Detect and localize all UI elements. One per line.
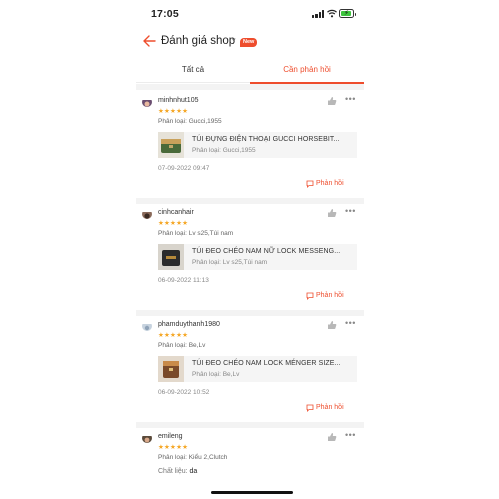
avatar[interactable] bbox=[142, 97, 152, 107]
rating-stars: ★★★★★ bbox=[158, 220, 189, 227]
product-card[interactable]: TÚI ĐEO CHÉO NAM LOCK MÉNGER SIZE... Phâ… bbox=[158, 356, 357, 382]
material-label: Chất liệu: bbox=[158, 468, 188, 475]
wifi-icon bbox=[327, 9, 337, 18]
reply-icon[interactable] bbox=[306, 180, 314, 188]
new-badge: New bbox=[240, 38, 258, 47]
back-arrow-icon[interactable] bbox=[142, 34, 156, 48]
reply-button[interactable]: Phản hồi bbox=[316, 292, 344, 299]
product-card[interactable]: TÚI ĐỰNG ĐIỆN THOẠI GUCCI HORSEBIT... Ph… bbox=[158, 132, 357, 158]
reviewer-name: emileng bbox=[158, 433, 183, 440]
home-indicator[interactable] bbox=[211, 491, 293, 494]
page-title[interactable]: Đánh giá shop bbox=[161, 35, 235, 47]
more-icon[interactable]: ••• bbox=[345, 318, 356, 328]
product-thumbnail bbox=[158, 356, 184, 382]
product-card[interactable]: TÚI ĐEO CHÉO NAM NỮ LOCK MESSENG... Phân… bbox=[158, 244, 357, 270]
avatar[interactable] bbox=[142, 433, 152, 443]
rating-stars: ★★★★★ bbox=[158, 444, 189, 451]
review-variant: Phân loại: Kiểu 2,Clutch bbox=[158, 454, 228, 461]
avatar[interactable] bbox=[142, 209, 152, 219]
more-icon[interactable]: ••• bbox=[345, 430, 356, 440]
avatar[interactable] bbox=[142, 321, 152, 331]
review-date: 06-09-2022 11:13 bbox=[158, 277, 209, 284]
page-header: Đánh giá shop ▾ New bbox=[136, 28, 364, 58]
review-card: cinhcanhair ••• ★★★★★ Phân loại: Lv s25,… bbox=[136, 204, 364, 310]
tab-all[interactable]: Tất cả bbox=[136, 58, 250, 83]
material-value: da bbox=[189, 468, 198, 475]
product-variant: Phân loại: Lv s25,Túi nam bbox=[192, 259, 268, 266]
review-material: Chất liệu: da bbox=[158, 468, 197, 475]
reply-icon[interactable] bbox=[306, 404, 314, 412]
reply-button[interactable]: Phản hồi bbox=[316, 404, 344, 411]
like-icon[interactable] bbox=[327, 320, 337, 330]
product-thumbnail bbox=[158, 132, 184, 158]
product-variant: Phân loại: Be,Lv bbox=[192, 371, 240, 378]
like-icon[interactable] bbox=[327, 432, 337, 442]
review-card: emileng ••• ★★★★★ Phân loại: Kiểu 2,Clut… bbox=[136, 428, 364, 499]
product-variant: Phân loại: Gucci,1955 bbox=[192, 147, 256, 154]
review-variant: Phân loại: Lv s25,Túi nam bbox=[158, 230, 234, 237]
review-date: 07-09-2022 09:47 bbox=[158, 165, 210, 172]
more-icon[interactable]: ••• bbox=[345, 94, 356, 104]
tab-bar: Tất cả Cần phản hồi bbox=[136, 58, 364, 84]
product-thumbnail bbox=[158, 244, 184, 270]
phone-screen: 17:05 ⚡ Đánh giá shop ▾ New Tất cả Cần p… bbox=[136, 0, 364, 499]
status-bar: 17:05 ⚡ bbox=[136, 0, 364, 28]
review-card: phamduythanh1980 ••• ★★★★★ Phân loại: Be… bbox=[136, 316, 364, 422]
reply-button[interactable]: Phản hồi bbox=[316, 180, 344, 187]
more-icon[interactable]: ••• bbox=[345, 206, 356, 216]
signal-icon bbox=[312, 10, 325, 18]
review-date: 06-09-2022 10:52 bbox=[158, 389, 210, 396]
product-name: TÚI ĐEO CHÉO NAM LOCK MÉNGER SIZE... bbox=[192, 360, 341, 367]
product-name: TÚI ĐỰNG ĐIỆN THOẠI GUCCI HORSEBIT... bbox=[192, 136, 340, 143]
reviewer-name: minhnhut105 bbox=[158, 97, 199, 104]
rating-stars: ★★★★★ bbox=[158, 332, 189, 339]
reviewer-name: phamduythanh1980 bbox=[158, 321, 220, 328]
tab-needs-reply[interactable]: Cần phản hồi bbox=[250, 58, 364, 84]
review-card: minhnhut105 ••• ★★★★★ Phân loại: Gucci,1… bbox=[136, 92, 364, 198]
battery-icon: ⚡ bbox=[339, 9, 356, 18]
reply-icon[interactable] bbox=[306, 292, 314, 300]
like-icon[interactable] bbox=[327, 96, 337, 106]
reviewer-name: cinhcanhair bbox=[158, 209, 194, 216]
rating-stars: ★★★★★ bbox=[158, 108, 189, 115]
chevron-down-icon[interactable]: ▾ bbox=[232, 36, 236, 44]
review-variant: Phân loại: Be,Lv bbox=[158, 342, 206, 349]
divider bbox=[136, 84, 364, 90]
status-time: 17:05 bbox=[151, 8, 179, 20]
review-variant: Phân loại: Gucci,1955 bbox=[158, 118, 222, 125]
product-name: TÚI ĐEO CHÉO NAM NỮ LOCK MESSENG... bbox=[192, 248, 341, 255]
like-icon[interactable] bbox=[327, 208, 337, 218]
